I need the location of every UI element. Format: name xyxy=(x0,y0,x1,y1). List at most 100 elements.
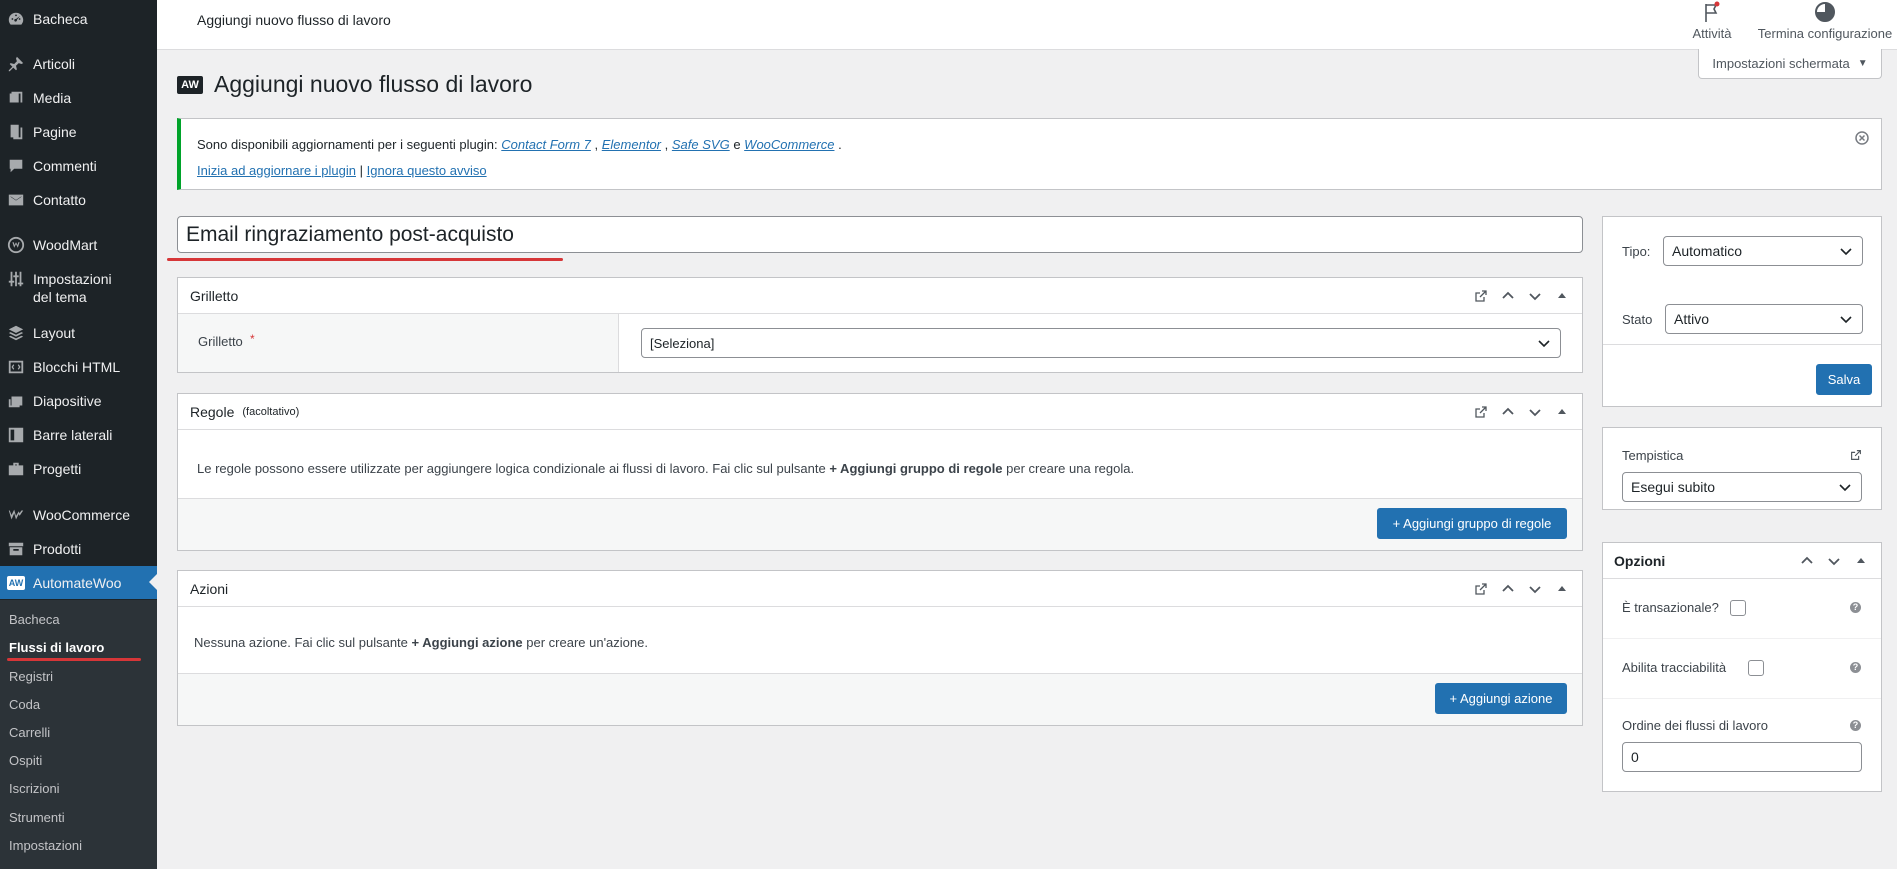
chevron-up-icon[interactable] xyxy=(1799,553,1815,569)
sidebar-item-prodotti[interactable]: Prodotti xyxy=(0,540,157,558)
timing-label: Tempistica xyxy=(1622,448,1684,463)
sidebar-item-contatto[interactable]: Contatto xyxy=(0,191,157,209)
tracking-checkbox[interactable] xyxy=(1748,660,1764,676)
chevron-up-icon[interactable] xyxy=(1500,404,1516,420)
order-label: Ordine dei flussi di lavoro xyxy=(1622,718,1768,733)
sidebar-item-media[interactable]: Media xyxy=(0,89,157,107)
submenu-item-impostazioni[interactable]: Impostazioni xyxy=(9,838,82,853)
activity-label: Attività xyxy=(1692,26,1732,41)
trigger-box-controls xyxy=(1462,288,1570,304)
automatewoo-logo: AW xyxy=(177,76,203,94)
annotation-underline-submenu xyxy=(7,658,141,661)
type-label: Tipo: xyxy=(1622,244,1651,259)
collapse-toggle-icon[interactable] xyxy=(1554,404,1570,420)
chevron-up-icon[interactable] xyxy=(1500,288,1516,304)
status-select-value: Attivo xyxy=(1674,311,1710,327)
add-action-button[interactable]: + Aggiungi azione xyxy=(1435,683,1567,714)
save-box-divider xyxy=(1603,344,1881,345)
chevron-up-icon[interactable] xyxy=(1500,581,1516,597)
trigger-box-title: Grilletto xyxy=(190,287,239,304)
plugin-link-woocommerce[interactable]: WooCommerce xyxy=(744,137,834,152)
chevron-down-icon[interactable] xyxy=(1527,288,1543,304)
sidebar-item-woodmart[interactable]: WoodMart xyxy=(0,236,157,254)
rules-box-controls xyxy=(1462,404,1570,420)
external-link-icon[interactable] xyxy=(1473,288,1489,304)
plugin-link-contact-form-7[interactable]: Contact Form 7 xyxy=(501,137,591,152)
sidebar-item-label: Impostazioni del tema xyxy=(33,270,112,306)
rules-box-header: Regole (facoltativo) xyxy=(178,394,1582,430)
collapse-toggle-icon[interactable] xyxy=(1554,288,1570,304)
submenu-item-bacheca[interactable]: Bacheca xyxy=(9,612,60,627)
notice-message: Sono disponibili aggiornamenti per i seg… xyxy=(197,137,842,152)
page-title: Aggiungi nuovo flusso di lavoro xyxy=(214,71,533,97)
submenu-item-registri[interactable]: Registri xyxy=(9,669,53,684)
sidebar-item-barre-laterali[interactable]: Barre laterali xyxy=(0,426,157,444)
sidebar-item-automatewoo[interactable]: AW AutomateWoo xyxy=(0,566,157,599)
timing-select[interactable]: Esegui subito xyxy=(1622,472,1862,502)
submenu-item-strumenti[interactable]: Strumenti xyxy=(9,810,65,825)
sidebar-item-blocchi-html[interactable]: Blocchi HTML xyxy=(0,358,157,376)
order-input[interactable] xyxy=(1622,742,1862,772)
submenu-item-ospiti[interactable]: Ospiti xyxy=(9,753,42,768)
sidebar-item-label: Layout xyxy=(33,325,76,341)
chevron-down-icon[interactable] xyxy=(1826,553,1842,569)
finish-setup-button[interactable]: Termina configurazione xyxy=(1755,0,1895,41)
plugin-link-safe-svg[interactable]: Safe SVG xyxy=(672,137,730,152)
caret-down-icon: ▼ xyxy=(1857,58,1868,69)
sidebar-item-label: Commenti xyxy=(33,158,97,174)
sidebar-item-label: Contatto xyxy=(33,192,86,208)
slides-icon xyxy=(8,396,23,408)
add-rule-group-button[interactable]: + Aggiungi gruppo di regole xyxy=(1377,508,1567,539)
submenu-item-carrelli[interactable]: Carrelli xyxy=(9,725,50,740)
submenu-item-coda[interactable]: Coda xyxy=(9,697,40,712)
submenu-item-flussi-di-lavoro[interactable]: Flussi di lavoro xyxy=(9,640,104,655)
external-link-icon[interactable] xyxy=(1849,448,1863,462)
sidebar-item-bacheca[interactable]: Bacheca xyxy=(0,10,157,28)
trigger-select[interactable]: [Seleziona] xyxy=(641,328,1561,358)
activity-button[interactable]: Attività xyxy=(1677,0,1747,41)
admin-sidebar: Bacheca Articoli Media Pagine Commenti C… xyxy=(0,0,157,869)
notice-actions: Inizia ad aggiornare i plugin | Ignora q… xyxy=(197,163,487,178)
close-icon[interactable] xyxy=(1855,131,1869,145)
annotation-underline-title xyxy=(167,258,563,261)
chevron-down-icon[interactable] xyxy=(1527,581,1543,597)
sidebar-item-impostazioni-tema[interactable]: Impostazioni del tema xyxy=(0,270,157,306)
collapse-toggle-icon[interactable] xyxy=(1853,553,1869,569)
automatewoo-icon: AW xyxy=(7,575,25,590)
rules-optional-note: (facoltativo) xyxy=(242,405,300,418)
sidebar-item-woocommerce[interactable]: WooCommerce xyxy=(0,506,157,524)
external-link-icon[interactable] xyxy=(1473,404,1489,420)
save-button[interactable]: Salva xyxy=(1816,364,1872,395)
dashboard-icon xyxy=(8,12,24,25)
plugin-link-elementor[interactable]: Elementor xyxy=(602,137,661,152)
chevron-down-icon[interactable] xyxy=(1527,404,1543,420)
help-icon[interactable]: ? xyxy=(1850,720,1861,731)
rules-box: Regole (facoltativo) Le regole possono e… xyxy=(177,393,1583,551)
status-select[interactable]: Attivo xyxy=(1665,304,1863,334)
workflow-title-input[interactable] xyxy=(177,216,1583,253)
help-icon[interactable]: ? xyxy=(1850,602,1861,613)
label-line-2: del tema xyxy=(33,289,87,305)
trigger-field-label: Grilletto xyxy=(198,334,243,349)
screen-options-toggle[interactable]: Impostazioni schermata ▼ xyxy=(1698,49,1882,79)
sidebar-item-progetti[interactable]: Progetti xyxy=(0,460,157,478)
help-icon[interactable]: ? xyxy=(1850,662,1861,673)
sidebar-item-diapositive[interactable]: Diapositive xyxy=(0,392,157,410)
update-plugins-link[interactable]: Inizia ad aggiornare i plugin xyxy=(197,163,356,178)
external-link-icon[interactable] xyxy=(1473,581,1489,597)
submenu-item-iscrizioni[interactable]: Iscrizioni xyxy=(9,781,60,796)
sidebar-item-layout[interactable]: Layout xyxy=(0,324,157,342)
comments-icon xyxy=(9,159,23,173)
type-select[interactable]: Automatico xyxy=(1663,236,1863,266)
transactional-label: È transazionale? xyxy=(1622,600,1719,615)
transactional-checkbox[interactable] xyxy=(1730,600,1746,616)
sidebar-item-pagine[interactable]: Pagine xyxy=(0,123,157,141)
collapse-toggle-icon[interactable] xyxy=(1554,581,1570,597)
sidebar-item-commenti[interactable]: Commenti xyxy=(0,157,157,175)
chevron-down-icon xyxy=(1538,340,1550,348)
actions-desc-text: Nessuna azione. Fai clic sul pulsante xyxy=(194,635,408,650)
woocommerce-icon xyxy=(8,509,24,520)
sidebar-item-articoli[interactable]: Articoli xyxy=(0,55,157,73)
actions-desc-text-end: per creare un'azione. xyxy=(526,635,648,650)
dismiss-notice-link[interactable]: Ignora questo avviso xyxy=(367,163,487,178)
